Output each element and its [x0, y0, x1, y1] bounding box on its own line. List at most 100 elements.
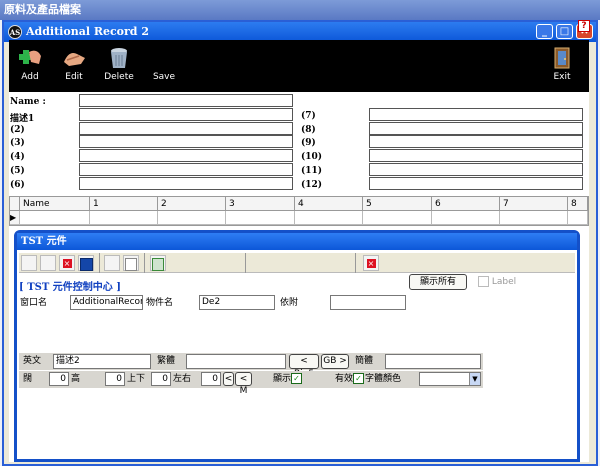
grid-header-6[interactable]: 6: [432, 197, 500, 211]
toolbar-separator: [144, 253, 145, 273]
grid-cell[interactable]: [226, 211, 295, 225]
delete-label: Delete: [104, 72, 134, 82]
height-label: 高: [71, 374, 81, 384]
traditional-label: 繁體: [157, 356, 176, 366]
grid-corner: [10, 197, 20, 211]
grid-cell[interactable]: [20, 211, 90, 225]
updown-label: 上下: [127, 374, 146, 384]
grid-cell[interactable]: [500, 211, 568, 225]
grid-header-3[interactable]: 3: [226, 197, 295, 211]
edit-button[interactable]: Edit: [57, 40, 91, 92]
exit-button[interactable]: Exit: [547, 40, 577, 92]
edit-label: Edit: [65, 72, 83, 82]
font-color-select[interactable]: ▼: [419, 372, 481, 386]
window-titlebar[interactable]: AS Additional Record 2 _ □ ✕: [4, 22, 596, 42]
grid-cell[interactable]: [568, 211, 588, 225]
grid-header-7[interactable]: 7: [500, 197, 568, 211]
grid-cell[interactable]: [158, 211, 226, 225]
grid-cell[interactable]: [432, 211, 500, 225]
object-name-label: 物件名: [146, 298, 174, 308]
tst-component-panel: TST 元件 × × [ TST 元件控制中心 ] 顯示所有 Label 窗口名…: [14, 230, 580, 462]
grid-cell[interactable]: [295, 211, 363, 225]
grid-header-8[interactable]: 8: [568, 197, 588, 211]
panel-note-button[interactable]: [123, 255, 139, 271]
english-input[interactable]: 描述2: [53, 354, 151, 369]
desc5-field[interactable]: [79, 163, 293, 176]
desc8-label: (8): [301, 125, 316, 135]
grid-header-2[interactable]: 2: [158, 197, 226, 211]
panel-blank-button-3[interactable]: [104, 255, 120, 271]
panel-blank-button[interactable]: [21, 255, 37, 271]
depend-input[interactable]: [330, 295, 406, 310]
help-button[interactable]: ?: [578, 20, 590, 32]
leftright-input[interactable]: 0: [201, 372, 221, 386]
desc1-field[interactable]: [79, 108, 293, 121]
name-field[interactable]: [79, 94, 293, 107]
panel-title: TST 元件: [17, 233, 577, 250]
desc8-field[interactable]: [369, 122, 583, 135]
grid-header-name[interactable]: Name: [20, 197, 90, 211]
panel-page-button[interactable]: [150, 255, 166, 271]
grid-cell[interactable]: [363, 211, 432, 225]
window-name-input[interactable]: AdditionalRecord2: [70, 295, 143, 310]
maximize-button[interactable]: □: [556, 24, 573, 39]
show-all-button[interactable]: 顯示所有: [409, 274, 467, 290]
grid-header-4[interactable]: 4: [295, 197, 363, 211]
big5-button[interactable]: < Big5: [289, 354, 319, 379]
delete-x-icon: ×: [62, 259, 72, 268]
valid-checkbox-box[interactable]: ✓: [353, 373, 365, 384]
desc4-field[interactable]: [79, 149, 293, 162]
grid-header-5[interactable]: 5: [363, 197, 432, 211]
height-input[interactable]: 0: [105, 372, 125, 386]
desc9-field[interactable]: [369, 135, 583, 148]
object-name-input[interactable]: De2: [199, 295, 275, 310]
minimize-button[interactable]: _: [536, 24, 553, 39]
desc9-label: (9): [301, 138, 316, 148]
width-input[interactable]: 0: [49, 372, 69, 386]
valid-checkbox[interactable]: 有效 ✓: [335, 373, 365, 386]
toolbar-separator: [245, 253, 246, 273]
panel-save-button[interactable]: [78, 255, 94, 271]
close-x-icon: ×: [366, 259, 376, 268]
add-button[interactable]: Add: [13, 40, 47, 92]
desc3-field[interactable]: [79, 135, 293, 148]
desc2-field[interactable]: [79, 122, 293, 135]
exit-door-icon: [554, 47, 570, 69]
simplified-input[interactable]: [385, 354, 481, 369]
desc11-field[interactable]: [369, 163, 583, 176]
font-color-label: 字體顏色: [365, 374, 402, 384]
display-checkbox[interactable]: 顯示 ✓: [273, 373, 303, 386]
save-button[interactable]: Save: [147, 40, 181, 92]
note-icon: [125, 258, 137, 271]
name-label: Name :: [10, 97, 46, 107]
toolbar-separator: [99, 253, 100, 273]
chevron-down-icon[interactable]: ▼: [469, 373, 480, 385]
updown-input[interactable]: 0: [151, 372, 171, 386]
grid-header-1[interactable]: 1: [90, 197, 158, 211]
desc4-label: (4): [10, 152, 25, 162]
english-label: 英文: [23, 356, 42, 366]
desc6-field[interactable]: [79, 177, 293, 190]
desc5-label: (5): [10, 166, 25, 176]
control-center-label: [ TST 元件控制中心 ]: [19, 282, 122, 293]
panel-close-button[interactable]: ×: [363, 255, 379, 271]
floppy-disk-icon: [79, 258, 93, 271]
gb-button[interactable]: GB >: [321, 354, 349, 369]
grid-cell[interactable]: [90, 211, 158, 225]
panel-delete-button[interactable]: ×: [59, 255, 75, 271]
display-checkbox-box[interactable]: ✓: [291, 373, 303, 384]
panel-toolbar: × ×: [19, 253, 575, 273]
desc7-field[interactable]: [369, 108, 583, 121]
traditional-input[interactable]: [186, 354, 286, 369]
delete-button[interactable]: Delete: [101, 40, 137, 92]
window-name-label: 窗口名: [20, 298, 48, 308]
label-checkbox[interactable]: Label: [478, 276, 516, 289]
lt-button[interactable]: <: [223, 372, 234, 386]
display-label: 顯示: [273, 374, 292, 384]
ltm-button[interactable]: < M: [235, 372, 252, 396]
width-label: 闊: [23, 374, 33, 384]
label-checkbox-box[interactable]: [478, 276, 489, 287]
desc10-field[interactable]: [369, 149, 583, 162]
desc12-field[interactable]: [369, 177, 583, 190]
panel-blank-button-2[interactable]: [40, 255, 56, 271]
